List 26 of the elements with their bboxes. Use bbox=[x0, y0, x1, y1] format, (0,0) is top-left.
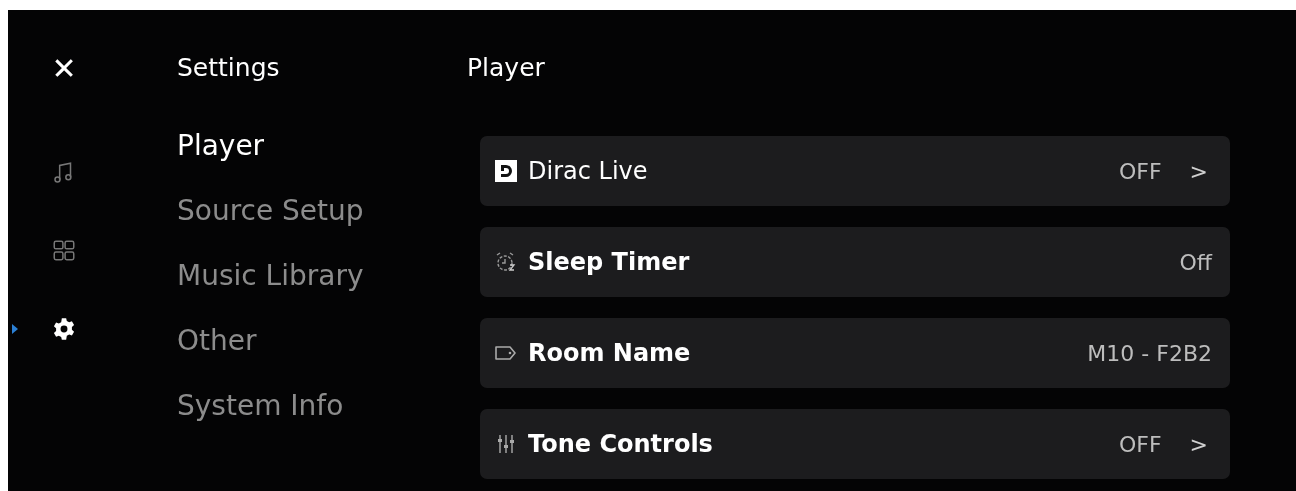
setting-row[interactable]: Sleep Timer Off bbox=[480, 227, 1230, 297]
setting-label: Room Name bbox=[528, 339, 692, 367]
menu-item[interactable]: System Info bbox=[177, 390, 344, 455]
setting-value: M10 - F2B2 bbox=[1087, 340, 1212, 366]
menu-item[interactable]: Source Setup bbox=[177, 195, 364, 260]
setting-row[interactable]: Tone Controls OFF > bbox=[480, 409, 1230, 479]
menu-item[interactable]: Other bbox=[177, 325, 257, 390]
setting-value: Off bbox=[1179, 249, 1212, 275]
menu-item[interactable]: Music Library bbox=[177, 260, 364, 325]
setting-label: Dirac Live bbox=[528, 157, 649, 185]
chevron-icon: > bbox=[1189, 431, 1208, 457]
settings-icon[interactable] bbox=[51, 316, 77, 342]
setting-row[interactable]: Dirac Live OFF > bbox=[480, 136, 1230, 206]
selection-marker-icon bbox=[12, 324, 18, 334]
sidebar-title: Settings bbox=[177, 52, 281, 84]
setting-value: OFF bbox=[1118, 431, 1162, 457]
setting-label: Sleep Timer bbox=[528, 248, 691, 276]
close-button[interactable]: ✕ bbox=[44, 50, 84, 86]
setting-value: OFF bbox=[1118, 158, 1162, 184]
alarm-clock-icon bbox=[494, 250, 518, 274]
menu-item[interactable]: Player bbox=[177, 130, 265, 195]
logo-icon bbox=[494, 159, 518, 183]
page-title: Player bbox=[467, 52, 546, 84]
chevron-icon: > bbox=[1189, 158, 1208, 184]
setting-label: Tone Controls bbox=[528, 430, 714, 458]
setting-row[interactable]: Room Name M10 - F2B2 bbox=[480, 318, 1230, 388]
